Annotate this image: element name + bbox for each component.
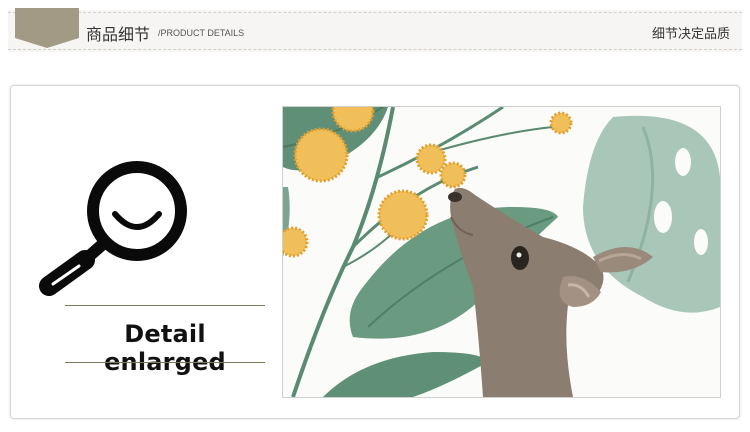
magnifier-icon bbox=[39, 161, 187, 296]
caption-top-rule bbox=[65, 305, 265, 306]
section-slogan: 细节决定品质 bbox=[651, 27, 730, 42]
section-header: 商品细节 /PRODUCT DETAILS 细节决定品质 bbox=[8, 8, 742, 52]
caption-bottom-rule bbox=[65, 362, 265, 363]
detail-panel: Detail enlarged bbox=[10, 85, 740, 419]
section-subtitle: /PRODUCT DETAILS bbox=[158, 28, 245, 38]
header-bottom-divider bbox=[8, 49, 742, 50]
deer-botanical-illustration bbox=[283, 107, 720, 397]
header-top-divider bbox=[8, 12, 742, 13]
product-detail-image bbox=[282, 106, 721, 398]
section-title: 商品细节 bbox=[86, 25, 151, 44]
detail-caption: Detail enlarged bbox=[104, 320, 226, 376]
header-tab-marker-icon bbox=[15, 8, 79, 48]
